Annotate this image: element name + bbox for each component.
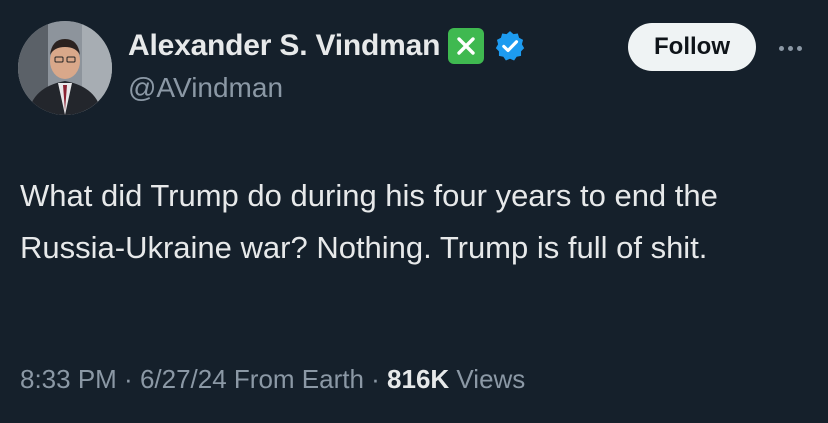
more-dot: [778, 45, 784, 51]
meta-separator: ·: [116, 364, 140, 394]
views-label: Views: [449, 364, 526, 394]
x-checkmark-badge-icon: [448, 28, 485, 64]
avatar-photo-icon: [18, 21, 112, 115]
tweet-time[interactable]: 8:33 PM: [20, 364, 117, 394]
author-name-row: Alexander S. Vindman: [128, 24, 528, 68]
meta-separator: ·: [363, 364, 388, 394]
follow-button[interactable]: Follow: [628, 23, 756, 71]
avatar[interactable]: [18, 21, 112, 115]
author-handle[interactable]: @AVindman: [128, 72, 283, 104]
tweet-meta: 8:33 PM · 6/27/24 From Earth · 816K View…: [20, 364, 525, 395]
views-count[interactable]: 816K: [387, 364, 449, 394]
more-dot: [787, 45, 793, 51]
display-name[interactable]: Alexander S. Vindman: [128, 29, 440, 63]
verified-badge-icon[interactable]: [492, 28, 528, 64]
more-options-icon[interactable]: [770, 30, 810, 66]
more-dot: [796, 45, 802, 51]
tweet-date[interactable]: 6/27/24: [140, 364, 227, 394]
tweet-text: What did Trump do during his four years …: [20, 178, 718, 265]
tweet-card: Alexander S. Vindman @AVindman Follow Wh…: [0, 0, 828, 423]
tweet-source: From Earth: [226, 364, 364, 394]
